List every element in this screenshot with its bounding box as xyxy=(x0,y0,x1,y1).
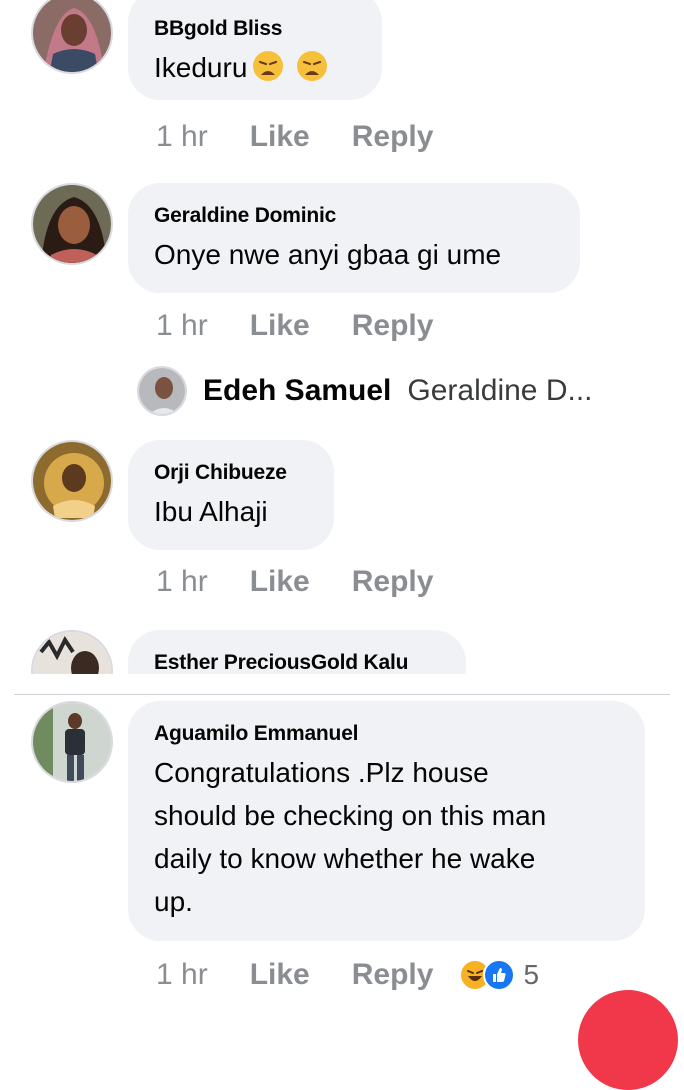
reaction-count: 5 xyxy=(523,959,540,990)
timestamp[interactable]: 1 hr xyxy=(156,565,208,599)
comment-bubble-geraldine-dominic[interactable]: Geraldine Dominic Onye nwe anyi gbaa gi … xyxy=(128,183,580,293)
avatar-photo xyxy=(33,185,111,263)
reply-button[interactable]: Reply xyxy=(352,120,434,154)
like-button[interactable]: Like xyxy=(250,120,310,154)
reply-author-name[interactable]: Edeh Samuel xyxy=(203,374,391,408)
floating-action-button[interactable] xyxy=(578,990,678,1090)
clipped-comment: Esther PreciousGold Kalu xyxy=(0,620,684,674)
avatar-aguamilo-emmanuel[interactable] xyxy=(31,701,113,783)
comment-actions: 1 hr Like Reply xyxy=(156,562,433,602)
avatar-geraldine-dominic[interactable] xyxy=(31,183,113,265)
comment-text-line: Congratulations .Plz house xyxy=(154,757,489,788)
comment-text-line: should be checking on this man xyxy=(154,800,547,831)
reply-button[interactable]: Reply xyxy=(352,958,434,992)
avatar-bbgold-bliss[interactable] xyxy=(31,0,113,74)
comment-text-line: daily to know whether he wake xyxy=(154,843,536,874)
reply-button[interactable]: Reply xyxy=(352,565,434,599)
comment-actions: 1 hr Like Reply xyxy=(156,117,433,157)
like-button[interactable]: Like xyxy=(250,958,310,992)
comment-actions: 1 hr Like Reply 5 xyxy=(156,955,539,995)
avatar-orji-chibueze[interactable] xyxy=(31,440,113,522)
like-button[interactable]: Like xyxy=(250,565,310,599)
reply-preview[interactable]: Edeh Samuel Geraldine D... xyxy=(137,366,593,416)
comment-bubble-bbgold-bliss[interactable]: BBgold Bliss Ikeduru xyxy=(128,0,382,100)
like-button[interactable]: Like xyxy=(250,309,310,343)
commenter-name[interactable]: BBgold Bliss xyxy=(154,16,356,42)
commenter-name[interactable]: Orji Chibueze xyxy=(154,460,308,486)
reaction-summary[interactable]: 5 xyxy=(459,959,539,991)
comment-bubble-orji-chibueze[interactable]: Orji Chibueze Ibu Alhaji xyxy=(128,440,334,550)
comment-text: Ibu Alhaji xyxy=(154,496,268,527)
comment-actions: 1 hr Like Reply xyxy=(156,306,433,346)
section-divider xyxy=(14,694,670,695)
timestamp[interactable]: 1 hr xyxy=(156,120,208,154)
commenter-name[interactable]: Aguamilo Emmanuel xyxy=(154,721,619,747)
comment-text-line: up. xyxy=(154,886,193,917)
comment-bubble-esther-kalu[interactable]: Esther PreciousGold Kalu xyxy=(128,630,466,674)
like-reaction-icon xyxy=(483,959,516,991)
timestamp[interactable]: 1 hr xyxy=(156,309,208,343)
reply-button[interactable]: Reply xyxy=(352,309,434,343)
avatar-esther-kalu[interactable] xyxy=(31,630,113,674)
avatar-edeh-samuel[interactable] xyxy=(137,366,187,416)
comment-text: Congratulations .Plz house should be che… xyxy=(154,751,619,923)
avatar-photo xyxy=(33,632,111,674)
avatar-photo xyxy=(33,0,111,72)
commenter-name[interactable]: Esther PreciousGold Kalu xyxy=(154,650,440,674)
weary-face-icon xyxy=(295,49,329,95)
avatar-photo xyxy=(33,703,111,781)
reply-snippet: Geraldine D... xyxy=(407,374,593,407)
comment-bubble-aguamilo-emmanuel[interactable]: Aguamilo Emmanuel Congratulations .Plz h… xyxy=(128,701,645,941)
avatar-photo xyxy=(33,442,111,520)
comment-text: Ikeduru xyxy=(154,46,356,95)
timestamp[interactable]: 1 hr xyxy=(156,958,208,992)
weary-face-icon xyxy=(251,49,285,95)
commenter-name[interactable]: Geraldine Dominic xyxy=(154,203,554,229)
comment-text: Onye nwe anyi gbaa gi ume xyxy=(154,239,502,270)
avatar-photo xyxy=(139,368,185,414)
